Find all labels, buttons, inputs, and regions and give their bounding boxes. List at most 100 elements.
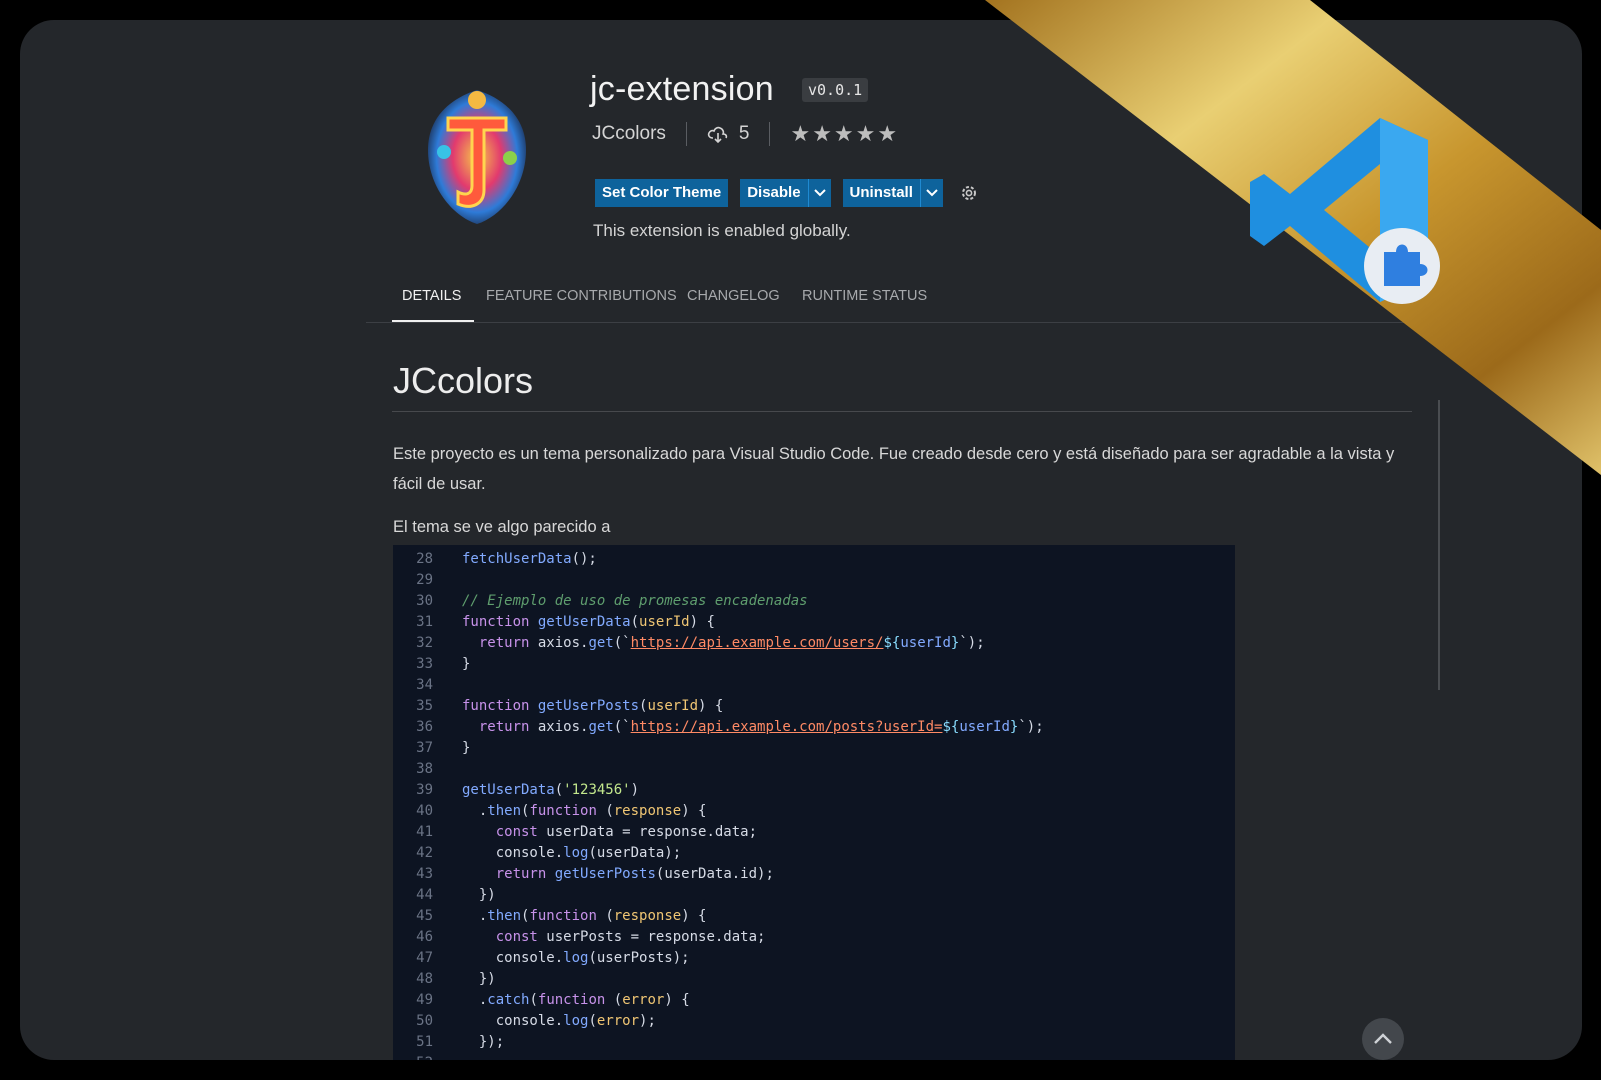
code-line: 51 }); (393, 1032, 1235, 1053)
code-text: .then(function (response) { (462, 908, 707, 924)
tab-feature-contributions[interactable]: FEATURE CONTRIBUTIONS (486, 288, 677, 322)
set-color-theme-button[interactable]: Set Color Theme (595, 179, 729, 207)
code-text: } (462, 740, 471, 756)
code-line: 40 .then(function (response) { (393, 801, 1235, 822)
line-number: 44 (416, 887, 433, 903)
gear-icon (961, 186, 976, 200)
line-number: 29 (416, 572, 433, 588)
code-line: 28 fetchUserData(); (393, 549, 1235, 570)
install-count: 5 (738, 123, 750, 144)
code-line: 36 return axios.get(`https://api.example… (393, 717, 1235, 738)
code-text: return axios.get(`https://api.example.co… (478, 719, 1044, 735)
line-number: 33 (416, 656, 433, 672)
line-number: 47 (416, 950, 433, 966)
tab-details[interactable]: DETAILS (392, 288, 474, 322)
code-text: return getUserPosts(userData.id); (495, 866, 774, 882)
disable-dropdown[interactable] (807, 179, 831, 207)
code-line: 42 console.log(userData); (393, 843, 1235, 864)
extension-name: jc-extension (590, 70, 774, 108)
line-number: 42 (416, 845, 433, 861)
line-number: 34 (416, 677, 433, 693)
chevron-down-icon (813, 189, 826, 197)
settings-button[interactable] (959, 183, 979, 203)
scrollbar[interactable] (1438, 400, 1440, 690)
line-number: 49 (416, 992, 433, 1008)
code-line: 32 return axios.get(`https://api.example… (393, 633, 1235, 654)
line-number: 40 (416, 803, 433, 819)
cloud-download-icon (707, 126, 728, 144)
readme-title: JCcolors (393, 360, 534, 401)
line-number: 28 (416, 551, 433, 567)
line-number: 30 (416, 593, 433, 609)
uninstall-dropdown[interactable] (919, 179, 943, 207)
version-badge: v0.0.1 (802, 78, 869, 102)
code-line: 33} (393, 654, 1235, 675)
line-number: 43 (416, 866, 433, 882)
code-text: console.log(error); (462, 1013, 656, 1029)
code-line: 39 getUserData('123456') (393, 780, 1235, 801)
code-text: fetchUserData(); (462, 551, 597, 567)
code-text: const userData = response.data; (495, 824, 758, 840)
code-screenshot: 28 fetchUserData(); 29 30 // Ejemplo de uso … (393, 545, 1235, 1060)
code-line: 37} (393, 738, 1235, 759)
divider (769, 122, 771, 146)
code-text: }); (462, 1034, 505, 1050)
code-line: 30 // Ejemplo de uso de promesas encadena… (393, 591, 1235, 612)
code-line: 46 const userPosts = response.data; (393, 927, 1235, 948)
vscode-extension-icon (1250, 118, 1440, 304)
code-line: 35 function getUserPosts(userId) { (393, 696, 1235, 717)
code-line: 34 (393, 675, 1235, 696)
line-number: 38 (416, 761, 433, 777)
line-number: 37 (416, 740, 433, 756)
line-number: 41 (416, 824, 433, 840)
readme-paragraph: El tema se ve algo parecido a (393, 518, 611, 536)
code-text: } (462, 656, 471, 672)
code-text: getUserData('123456') (462, 782, 640, 798)
code-text: return axios.get(`https://api.example.co… (478, 635, 985, 651)
code-line: 50 console.log(error); (393, 1011, 1235, 1032)
code-line: 38 (393, 759, 1235, 780)
code-text: .catch(function (error) { (462, 992, 690, 1008)
scroll-to-top-button[interactable] (1362, 1018, 1404, 1060)
code-line: 31 function getUserData(userId) { (393, 612, 1235, 633)
chevron-up-icon (1374, 1033, 1392, 1044)
uninstall-button[interactable]: Uninstall (842, 179, 920, 207)
readme-paragraph: Este proyecto es un tema personalizado p… (393, 445, 1395, 493)
code-line: 45 .then(function (response) { (393, 906, 1235, 927)
line-number: 51 (416, 1034, 433, 1050)
tab-changelog[interactable]: CHANGELOG (687, 288, 780, 322)
code-text: function getUserData(userId) { (462, 614, 715, 630)
line-number: 31 (416, 614, 433, 630)
extension-meta: JCcolors 5 ★★★★★ (592, 120, 899, 148)
enablement-status: This extension is enabled globally. (593, 221, 851, 240)
chevron-down-icon (926, 189, 938, 197)
divider (685, 122, 687, 146)
line-number: 39 (416, 782, 433, 798)
uninstall-split-button: Uninstall (842, 179, 943, 207)
code-text: function getUserPosts(userId) { (462, 698, 724, 714)
rating-stars[interactable]: ★★★★★ (790, 121, 899, 147)
disable-button[interactable]: Disable (740, 179, 808, 207)
code-text: // Ejemplo de uso de promesas encadenada… (462, 593, 808, 609)
action-bar: Set Color Theme Disable Uninstall (595, 179, 979, 207)
line-number: 32 (416, 635, 433, 651)
line-number: 45 (416, 908, 433, 924)
code-line: 47 console.log(userPosts); (393, 948, 1235, 969)
code-line: 49 .catch(function (error) { (393, 990, 1235, 1011)
code-line: 43 return getUserPosts(userData.id); (393, 864, 1235, 885)
code-text: }) (462, 971, 496, 987)
line-number: 35 (416, 698, 433, 714)
code-line: 48 }) (393, 969, 1235, 990)
code-text: console.log(userData); (462, 845, 682, 861)
code-line: 29 (393, 570, 1235, 591)
code-text: console.log(userPosts); (462, 950, 690, 966)
line-number: 48 (416, 971, 433, 987)
line-number: 50 (416, 1013, 433, 1029)
line-number: 46 (416, 929, 433, 945)
tab-runtime-status[interactable]: RUNTIME STATUS (802, 288, 927, 322)
publisher-link[interactable]: JCcolors (592, 123, 666, 145)
code-text: }) (462, 887, 496, 903)
code-text: const userPosts = response.data; (495, 929, 766, 945)
code-line: 52 (393, 1053, 1235, 1060)
line-number: 52 (393, 1053, 433, 1060)
